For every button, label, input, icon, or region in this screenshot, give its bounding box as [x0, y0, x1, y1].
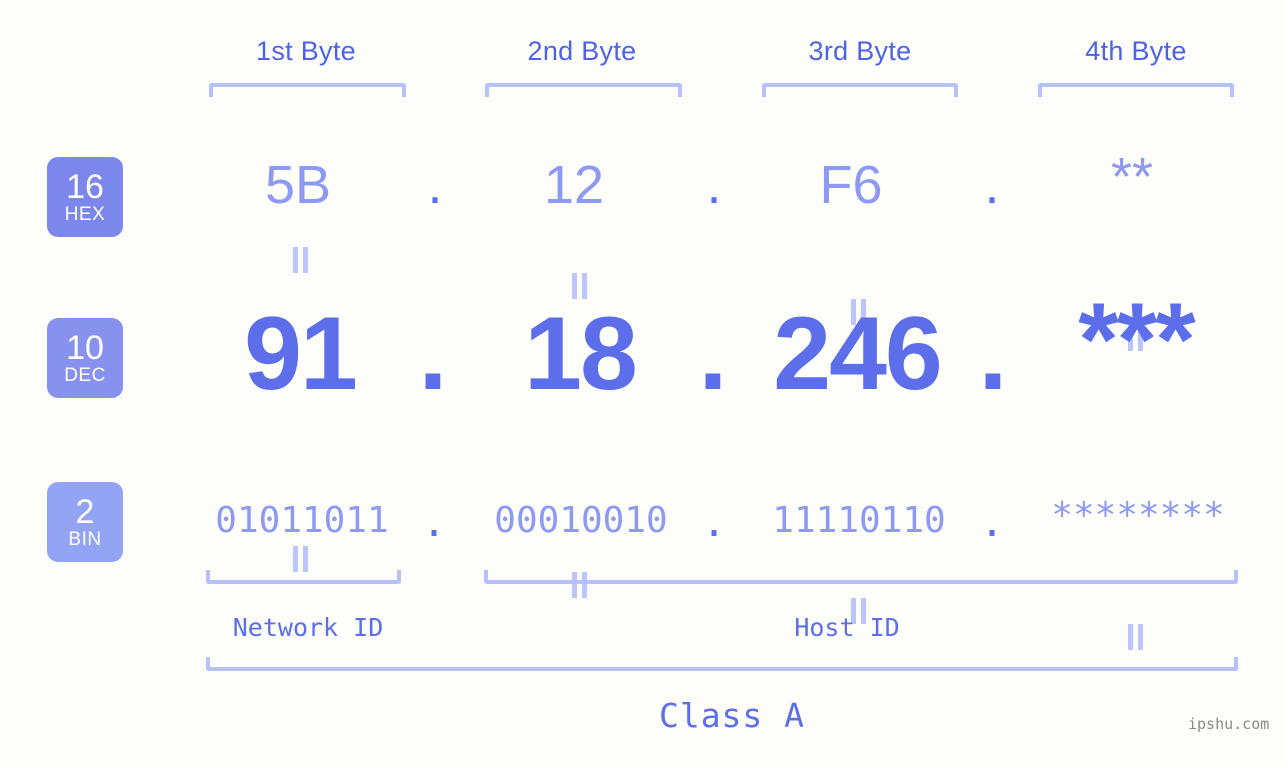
- byte-header-label-3: 3rd Byte: [808, 36, 912, 66]
- bin-separator-dot-1: .: [421, 500, 447, 546]
- radix-badge-hex-name: HEX: [64, 204, 106, 225]
- bin-byte-value-1: 01011011: [215, 500, 389, 541]
- byte-bracket-top-2: [485, 83, 682, 97]
- class-bracket: [206, 657, 1238, 671]
- bin-byte-value-2: 00010010: [494, 500, 668, 541]
- byte-header-label-1: 1st Byte: [256, 36, 356, 66]
- bin-separator-dot-2: .: [701, 500, 727, 546]
- network-id-bracket: [206, 570, 401, 584]
- hex-byte-value-2: 12: [543, 155, 605, 215]
- hex-byte-value-1: 5B: [264, 155, 332, 215]
- class-label: Class A: [658, 696, 806, 735]
- radix-badge-dec-number: 10: [66, 329, 104, 367]
- radix-badge-bin: 2 BIN: [47, 482, 123, 562]
- radix-badge-hex-number: 16: [66, 168, 104, 206]
- dec-byte-value-2: 18: [524, 296, 638, 412]
- ip-breakdown-diagram: 1st Byte 2nd Byte 3rd Byte 4th Byte 16 H…: [0, 0, 1285, 767]
- watermark: ipshu.com: [1188, 715, 1270, 733]
- host-id-label: Host ID: [794, 613, 900, 642]
- equals-icon-hex-dec-1: [289, 247, 311, 273]
- bin-byte-value-4: ********: [1051, 495, 1225, 536]
- dec-separator-dot-1: .: [418, 296, 448, 412]
- radix-badge-dec-name: DEC: [64, 365, 106, 386]
- byte-header-label-2: 2nd Byte: [527, 36, 637, 66]
- hex-byte-value-4: **: [1110, 147, 1154, 207]
- hex-separator-dot-3: .: [984, 155, 1000, 215]
- network-id-label: Network ID: [232, 613, 384, 642]
- host-id-bracket: [484, 570, 1238, 584]
- hex-separator-dot-1: .: [427, 155, 443, 215]
- dec-separator-dot-3: .: [978, 296, 1008, 412]
- hex-separator-dot-2: .: [706, 155, 722, 215]
- hex-byte-value-3: F6: [819, 155, 883, 215]
- dec-byte-value-1: 91: [244, 296, 358, 412]
- bin-byte-value-3: 11110110: [772, 500, 946, 541]
- bin-separator-dot-3: .: [979, 500, 1005, 546]
- dec-separator-dot-2: .: [698, 296, 728, 412]
- dec-byte-value-4: ***: [1078, 282, 1195, 398]
- radix-badge-dec: 10 DEC: [47, 318, 123, 398]
- byte-bracket-top-3: [762, 83, 958, 97]
- equals-icon-dec-bin-1: [289, 546, 311, 572]
- byte-bracket-top-4: [1038, 83, 1234, 97]
- byte-header-label-4: 4th Byte: [1085, 36, 1187, 66]
- equals-icon-dec-bin-4: [1124, 624, 1146, 650]
- dec-byte-value-3: 246: [773, 296, 943, 412]
- radix-badge-bin-number: 2: [75, 493, 95, 531]
- radix-badge-bin-name: BIN: [68, 529, 102, 550]
- radix-badge-hex: 16 HEX: [47, 157, 123, 237]
- byte-bracket-top-1: [209, 83, 406, 97]
